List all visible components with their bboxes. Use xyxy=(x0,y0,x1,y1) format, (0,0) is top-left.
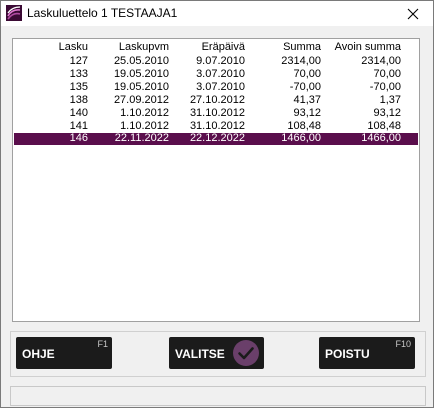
table-row[interactable]: 140 1.10.2012 31.10.2012 93,12 93,12 xyxy=(14,108,418,119)
cell-summa: 93,12 xyxy=(293,107,321,119)
cell-erapaiva: 27.10.2012 xyxy=(189,94,245,106)
cell-lasku: 140 xyxy=(69,107,88,119)
table-header-row: Lasku Laskupvm Eräpäivä Summa Avoin summ… xyxy=(14,42,418,53)
cell-laskupvm: 19.05.2010 xyxy=(113,81,169,93)
check-circle-icon xyxy=(233,340,259,366)
select-button-label: VALITSE xyxy=(175,347,225,361)
help-button-label: OHJE xyxy=(22,347,55,361)
cell-avoin-summa: 1,37 xyxy=(379,94,401,106)
exit-button-label: POISTU xyxy=(325,347,370,361)
cell-erapaiva: 22.12.2022 xyxy=(189,132,245,144)
header-laskupvm: Laskupvm xyxy=(118,41,169,53)
cell-erapaiva: 31.10.2012 xyxy=(189,107,245,119)
cell-summa: 108,48 xyxy=(287,120,321,132)
table-row[interactable]: 133 19.05.2010 3.07.2010 70,00 70,00 xyxy=(14,69,418,80)
invoice-list[interactable]: Lasku Laskupvm Eräpäivä Summa Avoin summ… xyxy=(12,38,420,322)
cell-laskupvm: 1.10.2012 xyxy=(120,107,169,119)
cell-erapaiva: 3.07.2010 xyxy=(196,68,245,80)
header-avoin-summa: Avoin summa xyxy=(334,41,401,53)
cell-summa: 1466,00 xyxy=(281,132,321,144)
table-row[interactable]: 135 19.05.2010 3.07.2010 -70,00 -70,00 xyxy=(14,82,418,93)
app-logo-icon xyxy=(6,5,22,21)
status-bar xyxy=(10,386,426,406)
table-row[interactable]: 127 25.05.2010 9.07.2010 2314,00 2314,00 xyxy=(14,56,418,67)
cell-lasku: 146 xyxy=(69,132,88,144)
cell-lasku: 135 xyxy=(69,81,88,93)
close-button[interactable] xyxy=(393,1,433,26)
header-summa: Summa xyxy=(283,41,321,53)
cell-avoin-summa: 70,00 xyxy=(373,68,401,80)
exit-shortcut-key: F10 xyxy=(395,339,411,349)
window-title: Laskuluettelo 1 TESTAAJA1 xyxy=(27,6,178,20)
cell-avoin-summa: 2314,00 xyxy=(361,55,401,67)
cell-summa: 2314,00 xyxy=(281,55,321,67)
header-erapaiva: Eräpäivä xyxy=(201,41,245,53)
cell-summa: 70,00 xyxy=(293,68,321,80)
exit-button[interactable]: POISTU F10 xyxy=(319,337,415,369)
cell-summa: 41,37 xyxy=(293,94,321,106)
help-button[interactable]: OHJE F1 xyxy=(16,337,112,369)
app-window: Laskuluettelo 1 TESTAAJA1 Lasku Laskupvm… xyxy=(0,0,434,408)
cell-erapaiva: 9.07.2010 xyxy=(196,55,245,67)
help-shortcut-key: F1 xyxy=(97,339,108,349)
table-row[interactable]: 141 1.10.2012 31.10.2012 108,48 108,48 xyxy=(14,121,418,132)
cell-erapaiva: 31.10.2012 xyxy=(189,120,245,132)
table-row[interactable]: 138 27.09.2012 27.10.2012 41,37 1,37 xyxy=(14,95,418,106)
cell-avoin-summa: 93,12 xyxy=(373,107,401,119)
select-button[interactable]: VALITSE xyxy=(169,337,264,369)
cell-avoin-summa: 1466,00 xyxy=(361,132,401,144)
close-icon xyxy=(407,8,419,19)
cell-lasku: 133 xyxy=(69,68,88,80)
cell-summa: -70,00 xyxy=(289,81,321,93)
cell-laskupvm: 25.05.2010 xyxy=(113,55,169,67)
table-row-selected[interactable]: 146 22.11.2022 22.12.2022 1466,00 1466,0… xyxy=(14,133,418,145)
cell-lasku: 141 xyxy=(69,120,88,132)
cell-laskupvm: 27.09.2012 xyxy=(113,94,169,106)
cell-laskupvm: 1.10.2012 xyxy=(120,120,169,132)
cell-avoin-summa: -70,00 xyxy=(369,81,401,93)
title-bar: Laskuluettelo 1 TESTAAJA1 xyxy=(1,1,433,26)
cell-laskupvm: 19.05.2010 xyxy=(113,68,169,80)
cell-lasku: 138 xyxy=(69,94,88,106)
cell-avoin-summa: 108,48 xyxy=(367,120,401,132)
header-lasku: Lasku xyxy=(58,41,88,53)
cell-erapaiva: 3.07.2010 xyxy=(196,81,245,93)
cell-laskupvm: 22.11.2022 xyxy=(114,132,169,144)
cell-lasku: 127 xyxy=(69,55,88,67)
